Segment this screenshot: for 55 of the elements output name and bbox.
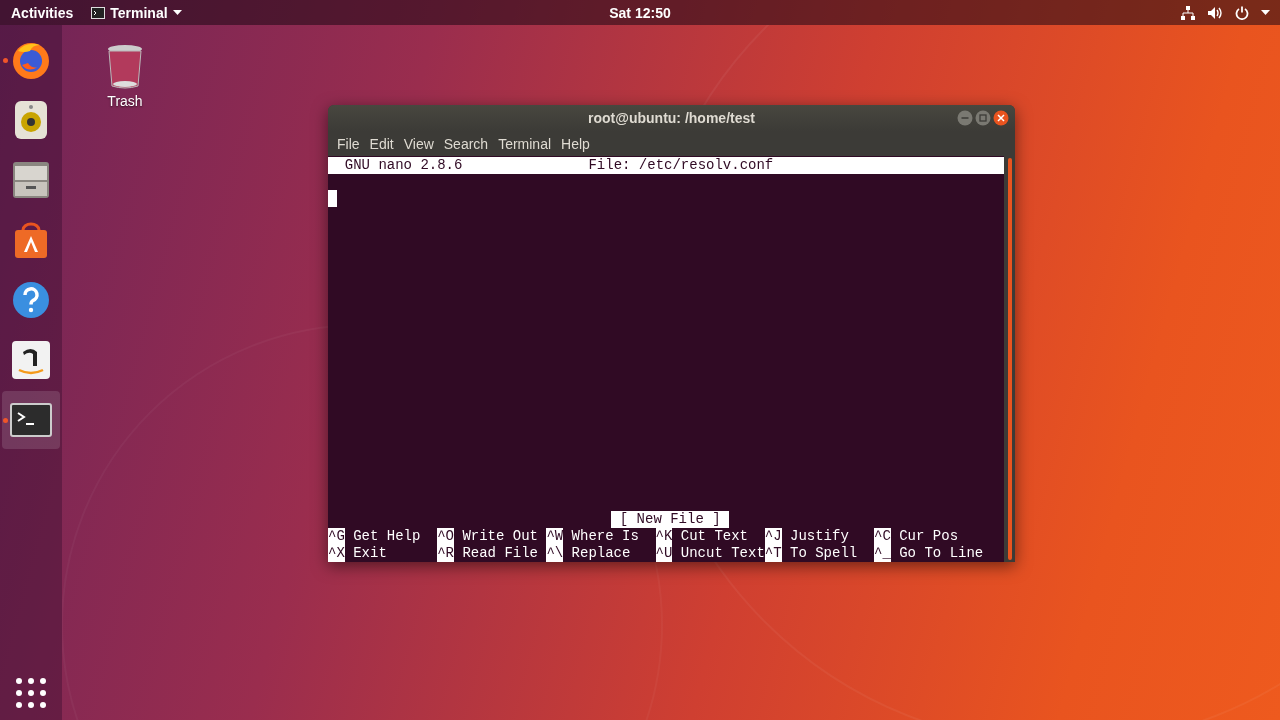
- shortcut-key: ^G: [328, 528, 345, 545]
- scrollbar-thumb[interactable]: [1007, 158, 1012, 560]
- shortcut-label: Cut Text: [680, 528, 749, 545]
- network-icon[interactable]: [1181, 5, 1195, 20]
- shortcut-label: Where Is: [571, 528, 639, 545]
- minimize-icon[interactable]: [957, 110, 973, 126]
- shortcut-label: Uncut Text: [680, 545, 765, 562]
- shortcut-key: ^\: [546, 545, 564, 562]
- text-cursor: [328, 190, 337, 207]
- file-name: File: /etc/resolv.conf: [588, 157, 774, 174]
- shortcut-label: Cur Pos: [899, 528, 959, 545]
- app-menu[interactable]: Terminal: [91, 4, 182, 21]
- close-icon[interactable]: [993, 110, 1009, 126]
- menu-item[interactable]: View: [398, 135, 439, 152]
- shortcut-label: Exit: [353, 545, 387, 562]
- terminal-icon[interactable]: [10, 403, 52, 437]
- status-message: [ New File ]: [611, 511, 729, 528]
- shortcut-key: ^X: [328, 545, 345, 562]
- shortcut-label: Write Out: [462, 528, 539, 545]
- shortcut-key: ^C: [874, 528, 891, 545]
- power-icon[interactable]: [1235, 5, 1249, 20]
- shortcut-label: Replace: [571, 545, 631, 562]
- shortcut-key: ^W: [546, 528, 564, 545]
- shortcut-key: ^_: [874, 545, 891, 562]
- file-cabinet-icon[interactable]: [11, 160, 51, 200]
- help-icon[interactable]: [12, 281, 50, 319]
- icon-label[interactable]: Trash: [107, 93, 143, 109]
- speaker-icon[interactable]: [14, 100, 48, 140]
- caret-icon: [172, 10, 182, 15]
- shortcut-label: Justify: [790, 528, 849, 545]
- shortcut-key: ^T: [764, 545, 782, 562]
- shortcut-key: ^J: [764, 528, 782, 545]
- caret-icon[interactable]: [1261, 10, 1270, 15]
- shortcut-key: ^R: [437, 545, 454, 562]
- version-text: GNU nano 2.8.6: [344, 157, 463, 174]
- shortcut-key: ^O: [437, 528, 454, 545]
- menu-item[interactable]: Terminal: [493, 135, 557, 152]
- menu-item[interactable]: Search: [438, 135, 494, 152]
- shopping-icon[interactable]: [11, 340, 51, 380]
- shortcut-label: To Spell: [790, 545, 858, 562]
- volume-icon[interactable]: [1207, 5, 1223, 20]
- window-title: root@ubuntu: /home/test: [588, 110, 755, 126]
- shortcut-key: ^U: [655, 545, 673, 562]
- shortcut-key: ^K: [655, 528, 673, 545]
- activities-button[interactable]: Activities: [11, 4, 74, 21]
- trash-icon[interactable]: [107, 43, 143, 89]
- menu-item[interactable]: Help: [556, 135, 595, 152]
- menu-item[interactable]: Edit: [364, 135, 399, 152]
- terminal-icon: [91, 6, 106, 19]
- clock[interactable]: Sat 12:50: [609, 4, 671, 21]
- shortcut-label: Read File: [462, 545, 539, 562]
- app-grid-icon[interactable]: [16, 678, 46, 708]
- menu-item[interactable]: File: [332, 135, 365, 152]
- shortcut-label: Go To Line: [899, 545, 984, 562]
- shortcut-label: Get Help: [353, 528, 421, 545]
